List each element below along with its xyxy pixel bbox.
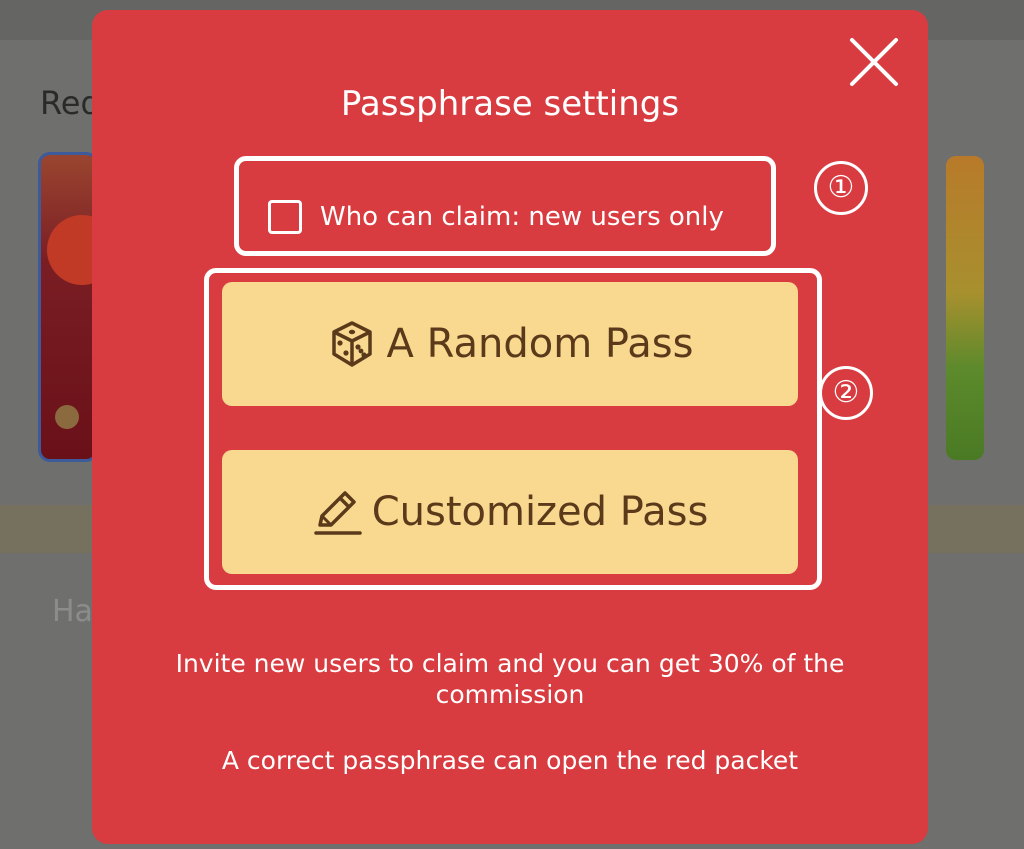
background-card-decoration: [55, 405, 79, 429]
close-icon: [850, 38, 898, 86]
annotation-marker-1: ①: [814, 161, 868, 215]
background-card-decoration: [47, 215, 95, 285]
background-hint-text: Ha: [52, 594, 93, 629]
commission-info-text: Invite new users to claim and you can ge…: [175, 649, 845, 709]
close-button[interactable]: [846, 34, 902, 90]
customized-pass-label: Customized Pass: [371, 489, 709, 535]
dialog-title: Passphrase settings: [340, 84, 680, 124]
background-card-image: [38, 152, 98, 462]
new-users-only-checkbox[interactable]: [268, 200, 302, 234]
random-pass-button[interactable]: A Random Pass: [222, 282, 798, 406]
dice-icon: [331, 321, 372, 367]
annotation-marker-2: ②: [819, 366, 873, 420]
random-pass-label: A Random Pass: [386, 321, 694, 367]
new-users-only-option[interactable]: Who can claim: new users only: [268, 196, 724, 238]
pencil-icon: [313, 491, 362, 535]
new-users-only-label: Who can claim: new users only: [320, 202, 724, 232]
customized-pass-button[interactable]: Customized Pass: [222, 450, 798, 574]
background-card-image: [946, 156, 984, 460]
passphrase-info-text: A correct passphrase can open the red pa…: [221, 746, 799, 775]
